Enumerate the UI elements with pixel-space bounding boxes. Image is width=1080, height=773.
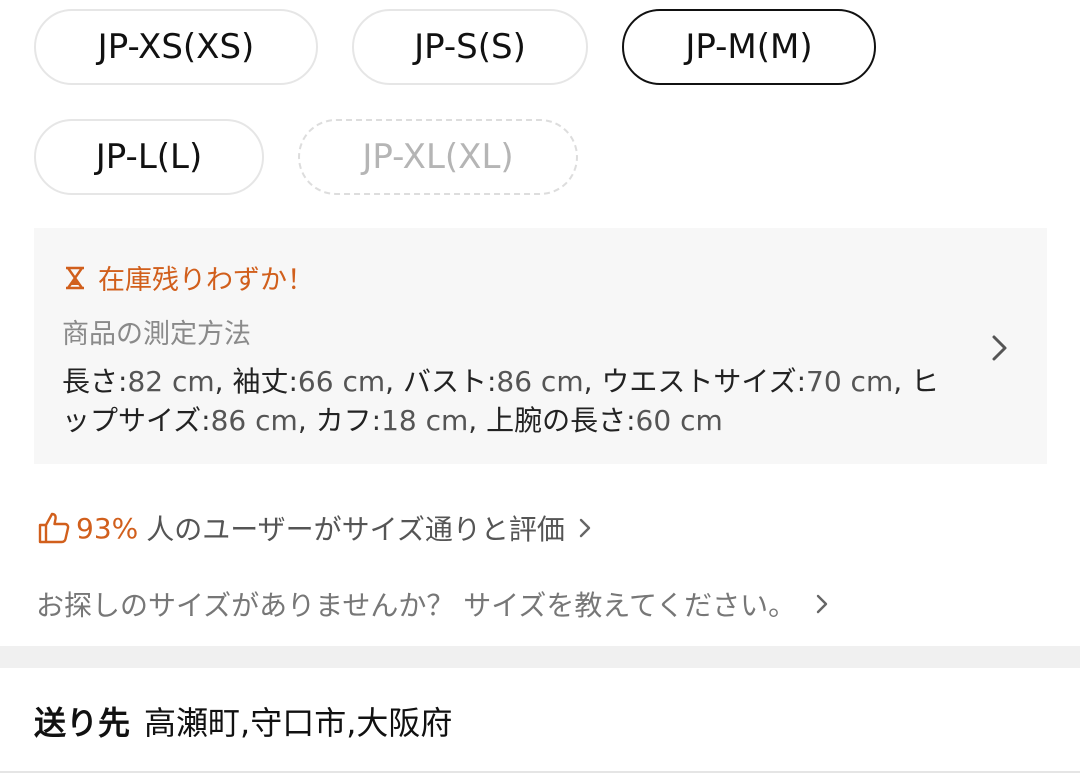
measurement-value: 82 cm: [127, 365, 215, 398]
size-option-l[interactable]: JP-L(L): [34, 119, 264, 195]
hourglass-icon: [66, 266, 84, 289]
measurement-value: 66 cm: [297, 365, 386, 398]
measurement-value: 70 cm: [806, 365, 894, 398]
stock-warning-text: 在庫残りわずか！: [98, 265, 314, 296]
request-size-text: お探しのサイズがありませんか？ サイズを教えてください。: [36, 589, 797, 622]
shipping-address: 高瀬町,守口市,大阪府: [144, 704, 453, 742]
request-size-link[interactable]: お探しのサイズがありませんか？ サイズを教えてください。: [36, 584, 830, 624]
size-option-xs[interactable]: JP-XS(XS): [34, 9, 318, 85]
measurement-item: バスト:86 cm: [402, 365, 584, 398]
size-measurement-panel[interactable]: 在庫残りわずか！ 商品の測定方法 長さ:82 cm, 袖丈:66 cm, バスト…: [34, 228, 1047, 464]
fit-percent: 93%: [76, 511, 139, 545]
measurement-list: 長さ:82 cm, 袖丈:66 cm, バスト:86 cm, ウエストサイズ:7…: [62, 365, 940, 437]
fit-rating-link[interactable]: 93% 人のユーザーがサイズ通りと評価: [36, 508, 593, 548]
measurement-key: バスト: [402, 365, 487, 398]
measurement-item: カフ:18 cm: [315, 404, 469, 437]
chevron-right-icon[interactable]: [989, 332, 1011, 364]
measurement-item: 袖丈:66 cm: [232, 365, 386, 398]
size-option-xl[interactable]: JP-XL(XL): [298, 119, 578, 195]
measure-method-label: 商品の測定方法: [62, 319, 251, 350]
measurement-key: 上腕の長さ: [486, 404, 627, 437]
measurement-value: 86 cm: [210, 404, 298, 437]
chevron-right-icon: [579, 518, 591, 538]
section-divider: [0, 646, 1080, 668]
stock-warning: 在庫残りわずか！: [62, 258, 314, 297]
size-option-s[interactable]: JP-S(S): [352, 9, 588, 85]
measurement-value: 60 cm: [635, 404, 723, 437]
measurement-key: 袖丈: [232, 365, 289, 398]
measurement-key: ウエストサイズ: [601, 365, 797, 398]
fit-text: 人のユーザーがサイズ通りと評価: [146, 513, 565, 546]
measurement-key: カフ: [315, 404, 372, 437]
measurement-value: 18 cm: [381, 404, 469, 437]
measurement-key: 長さ: [62, 365, 119, 398]
chevron-right-icon: [816, 594, 828, 614]
product-size-section: JP-XS(XS) JP-S(S) JP-M(M) JP-L(L) JP-XL(…: [0, 0, 1080, 773]
size-option-m[interactable]: JP-M(M): [622, 9, 876, 85]
shipping-label: 送り先: [34, 704, 131, 742]
measurement-item: ウエストサイズ:70 cm: [601, 365, 894, 398]
shipping-destination[interactable]: 送り先 高瀬町,守口市,大阪府: [34, 698, 452, 744]
thumbs-up-icon: [38, 512, 70, 544]
measurement-item: 上腕の長さ:60 cm: [486, 404, 723, 437]
measurement-item: 長さ:82 cm: [62, 365, 215, 398]
measurement-value: 86 cm: [496, 365, 584, 398]
